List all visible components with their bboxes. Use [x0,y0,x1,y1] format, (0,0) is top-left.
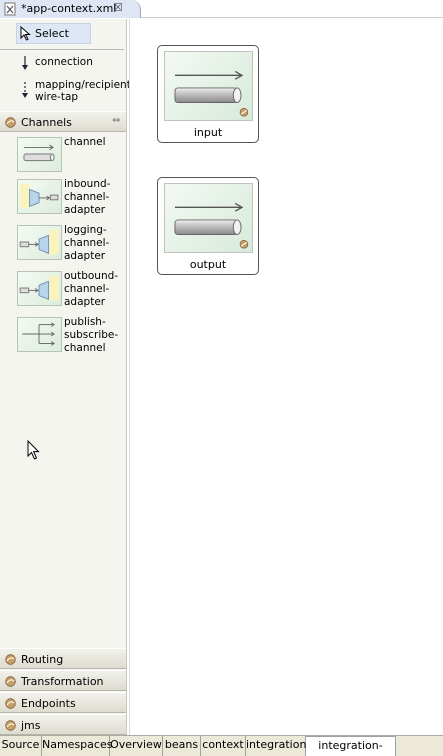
connection-arrow-icon [22,56,28,70]
tab-source[interactable]: Source [0,736,42,756]
tab-integration[interactable]: integration [246,736,306,756]
editor-tab-app-context[interactable]: *app-context.xml ☒ [0,0,141,18]
logging-channel-adapter-icon [17,225,62,260]
tab-overview[interactable]: Overview [110,736,163,756]
drawer-routing[interactable]: Routing [0,648,126,669]
drawer-bean-icon [5,698,16,709]
palette-item-publish-subscribe-channel[interactable]: publish- subscribe- channel [17,316,127,357]
drawer-bean-icon [5,117,16,128]
outbound-channel-adapter-icon [17,271,62,306]
tab-beans[interactable]: beans [163,736,201,756]
palette-item-label: logging- channel- adapter [64,224,110,262]
node-label: output [189,258,227,271]
channel-icon [164,183,253,253]
palette-item-label: outbound- channel- adapter [64,270,119,308]
palette: Select connection mapping/recipient/ wir… [0,19,135,736]
xml-file-icon [4,2,16,16]
drawer-routing-label: Routing [21,653,64,666]
inbound-channel-adapter-icon [17,179,62,214]
editor-tab-title: *app-context.xml [21,2,117,15]
tab-integration-graph[interactable]: integration-graph [306,736,396,756]
drawer-bean-icon [5,676,16,687]
dashed-connection-arrow-icon [22,82,28,98]
drawer-jms-label: jms [21,719,41,732]
mouse-cursor-icon [27,440,40,460]
channel-icon [17,137,62,172]
drawer-endpoints[interactable]: Endpoints [0,692,126,713]
mapping-tool-label: mapping/recipient/ wire-tap [35,79,135,103]
palette-item-label: publish- subscribe- channel [64,316,119,354]
drawer-jms[interactable]: jms [0,714,126,735]
integration-graph-canvas[interactable]: input output [129,19,443,735]
drawer-bean-icon [5,654,16,665]
palette-item-outbound-channel-adapter[interactable]: outbound- channel- adapter [17,270,127,311]
drawer-channels-label: Channels [21,116,72,129]
publish-subscribe-channel-icon [17,317,62,352]
tab-context[interactable]: context [201,736,246,756]
palette-item-label: channel [64,136,106,148]
drawer-transformation-label: Transformation [21,675,104,688]
drawer-channels[interactable]: Channels ⇔ [0,111,126,132]
palette-divider [0,49,124,50]
close-icon[interactable]: ☒ [113,1,123,14]
tab-namespaces[interactable]: Namespaces [42,736,112,756]
palette-item-channel[interactable]: channel [17,136,127,173]
channel-node-input[interactable]: input [157,45,259,143]
drawer-transformation[interactable]: Transformation [0,670,126,691]
drawer-bean-icon [5,720,16,731]
palette-item-logging-channel-adapter[interactable]: logging- channel- adapter [17,224,127,265]
mapping-recipient-wire-tap-tool[interactable]: mapping/recipient/ wire-tap [0,76,135,106]
select-tool-label: Select [35,27,69,40]
connection-tool[interactable]: connection [0,53,126,75]
channel-node-output[interactable]: output [157,177,259,275]
palette-item-label: inbound- channel- adapter [64,178,111,216]
editor-page-tabs: Source Namespaces Overview beans context… [0,735,443,756]
pointer-arrow-icon [20,26,31,41]
editor-tab-bar: *app-context.xml ☒ [0,0,443,18]
select-tool[interactable]: Select [16,23,91,44]
connection-tool-label: connection [35,56,93,68]
palette-item-inbound-channel-adapter[interactable]: inbound- channel- adapter [17,178,127,219]
node-label: input [193,126,223,139]
drawer-endpoints-label: Endpoints [21,697,76,710]
collapse-expand-icon[interactable]: ⇔ [112,115,120,126]
channel-icon [164,51,253,121]
